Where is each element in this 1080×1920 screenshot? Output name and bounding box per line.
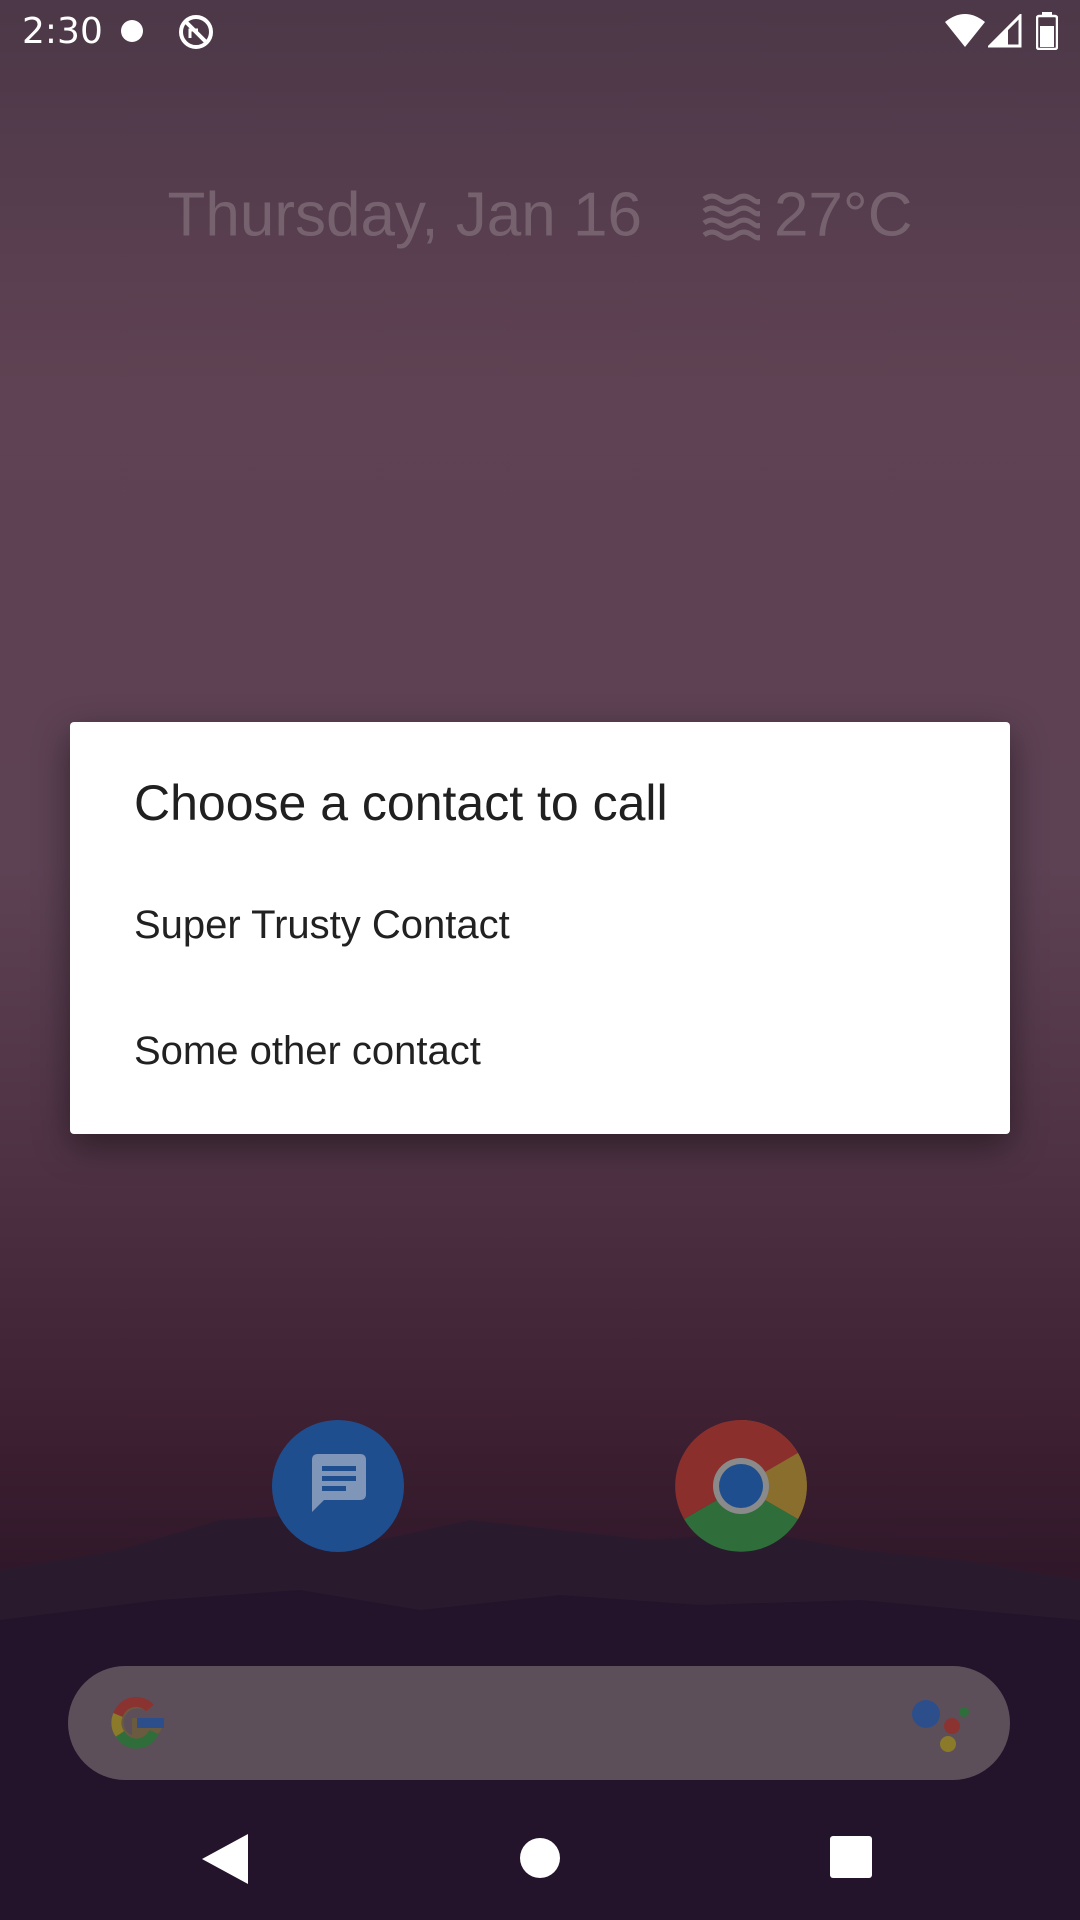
home-icon[interactable] [520, 1838, 560, 1878]
google-g-icon[interactable] [104, 1690, 170, 1756]
battery-icon [1036, 12, 1058, 50]
status-time: 2:30 [22, 11, 103, 52]
dialog-title: Choose a contact to call [134, 775, 668, 831]
temperature-label[interactable]: 27°C [774, 181, 913, 250]
wifi-icon [945, 14, 985, 47]
date-label[interactable]: Thursday, Jan 16 [168, 181, 642, 250]
signal-icon [988, 14, 1022, 48]
back-icon[interactable] [200, 1832, 250, 1886]
date-weather-widget[interactable]: Thursday, Jan 16 27°C [0, 172, 1080, 256]
haze-icon [702, 193, 760, 241]
status-bar: 2:30 [0, 0, 1080, 64]
chrome-app-icon[interactable] [675, 1420, 807, 1552]
sync-icon [179, 15, 213, 49]
navigation-bar [0, 1800, 1080, 1920]
contact-option-super-trusty[interactable]: Super Trusty Contact [70, 862, 1010, 988]
contact-option-some-other[interactable]: Some other contact [70, 988, 1010, 1114]
message-bubble-icon [312, 1454, 366, 1512]
recents-icon[interactable] [830, 1836, 872, 1878]
home-screen: 2:30 Thursday, Jan 16 27°C Choose a cont… [0, 0, 1080, 1920]
notification-dot-icon [121, 20, 143, 42]
google-search-bar[interactable] [68, 1666, 1010, 1780]
messages-app-icon[interactable] [272, 1420, 404, 1552]
chrome-logo-icon [675, 1420, 807, 1552]
google-assistant-icon[interactable] [906, 1696, 970, 1754]
